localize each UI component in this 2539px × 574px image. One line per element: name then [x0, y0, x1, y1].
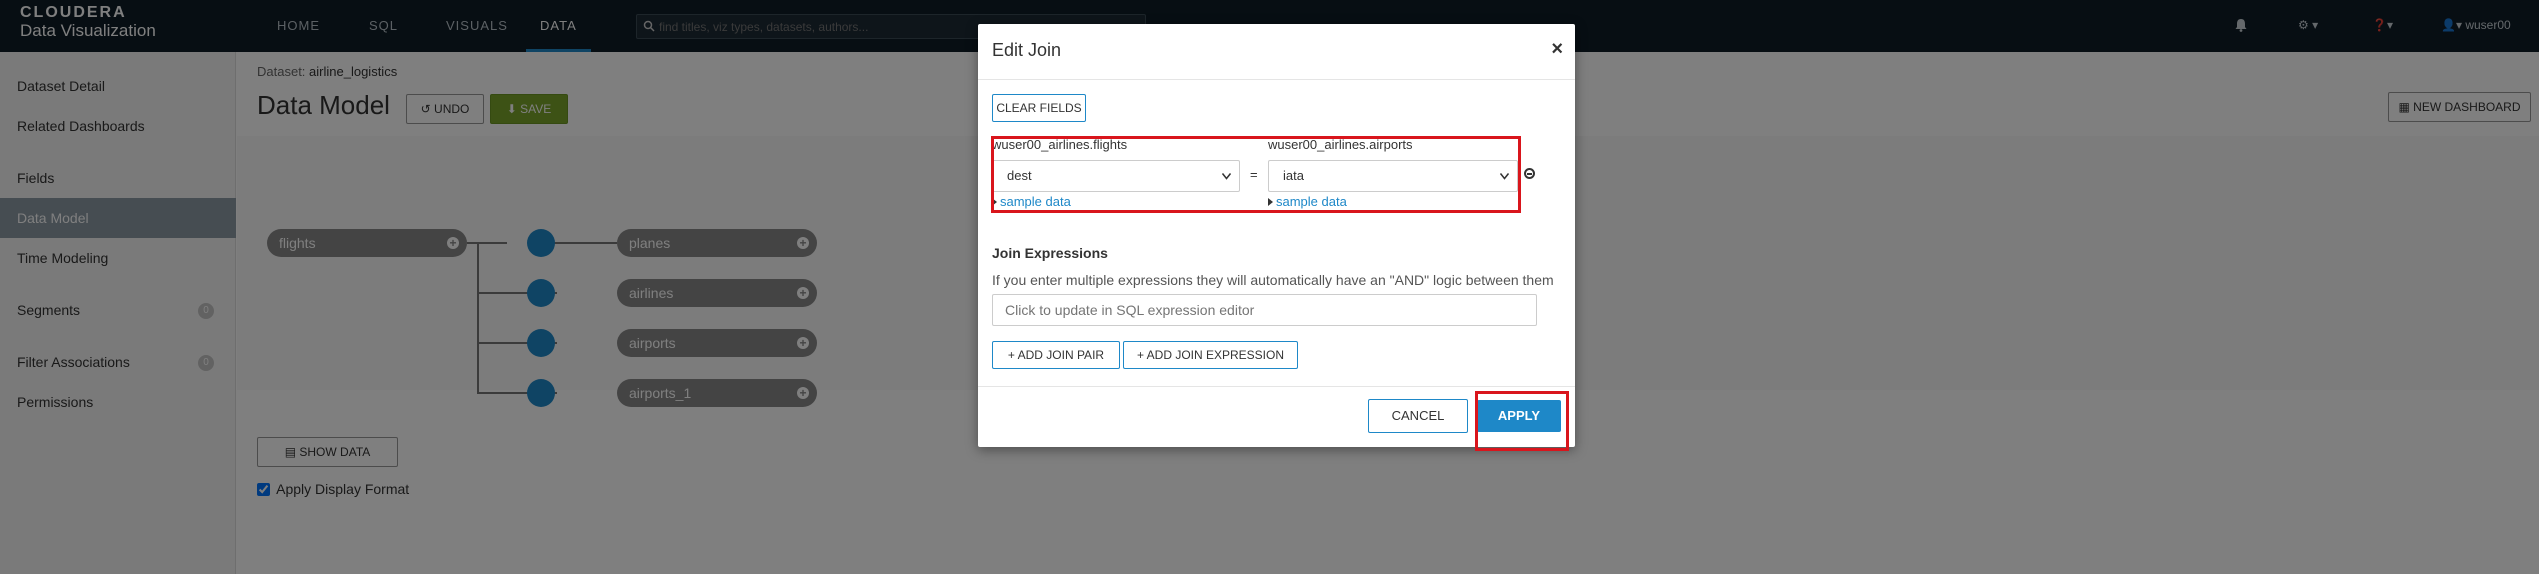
- join-expressions-heading: Join Expressions: [992, 245, 1108, 261]
- apply-highlight: [1475, 391, 1569, 451]
- plus-icon: +: [1007, 348, 1015, 362]
- dialog-header: Edit Join ×: [978, 24, 1575, 80]
- add-join-expression-label: ADD JOIN EXPRESSION: [1146, 348, 1285, 362]
- cancel-button[interactable]: CANCEL: [1368, 399, 1468, 433]
- join-pair-highlight: [991, 136, 1521, 213]
- add-join-expression-button[interactable]: + ADD JOIN EXPRESSION: [1123, 341, 1298, 369]
- clear-fields-button[interactable]: CLEAR FIELDS: [992, 94, 1086, 122]
- join-expressions-description: If you enter multiple expressions they w…: [992, 272, 1554, 288]
- remove-join-pair-icon[interactable]: [1524, 168, 1535, 179]
- close-icon[interactable]: ×: [1551, 38, 1563, 61]
- plus-icon: +: [1136, 348, 1144, 362]
- add-join-pair-label: ADD JOIN PAIR: [1017, 348, 1105, 362]
- add-join-pair-button[interactable]: + ADD JOIN PAIR: [992, 341, 1120, 369]
- edit-join-dialog: Edit Join × CLEAR FIELDS wuser00_airline…: [978, 24, 1575, 451]
- dialog-title: Edit Join: [992, 40, 1062, 60]
- join-expression-input[interactable]: [992, 294, 1537, 326]
